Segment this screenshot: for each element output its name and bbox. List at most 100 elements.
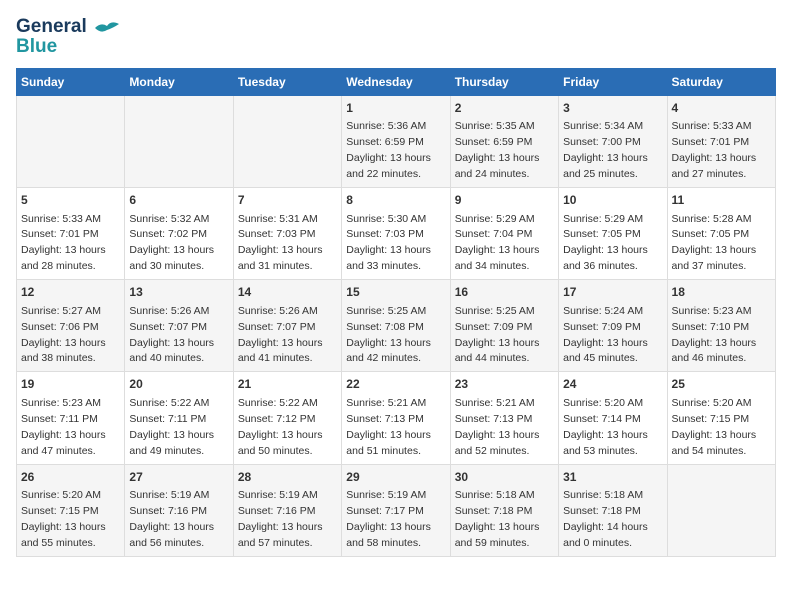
logo: General Blue — [16, 16, 119, 58]
day-number: 7 — [238, 192, 337, 209]
day-info: Sunrise: 5:24 AM Sunset: 7:09 PM Dayligh… — [563, 305, 648, 365]
day-cell: 12Sunrise: 5:27 AM Sunset: 7:06 PM Dayli… — [17, 280, 125, 372]
col-header-monday: Monday — [125, 69, 233, 96]
day-cell — [233, 96, 341, 188]
week-row-2: 5 Sunrise: 5:33 AM Sunset: 7:01 PM Daylig… — [17, 188, 776, 280]
page-header: General Blue — [16, 16, 776, 58]
day-number: 16 — [455, 284, 554, 301]
day-number: 18 — [672, 284, 771, 301]
day-info: Sunrise: 5:20 AM Sunset: 7:14 PM Dayligh… — [563, 397, 648, 457]
week-row-4: 19 Sunrise: 5:23 AM Sunset: 7:11 PM Dayli… — [17, 372, 776, 464]
day-cell: 31 Sunrise: 5:18 AM Sunset: 7:18 PM Dayli… — [559, 464, 667, 556]
day-info: Sunrise: 5:19 AM Sunset: 7:16 PM Dayligh… — [129, 489, 214, 549]
day-number: 30 — [455, 469, 554, 486]
day-info: Sunrise: 5:30 AM Sunset: 7:03 PM Dayligh… — [346, 213, 431, 273]
day-number: 10 — [563, 192, 662, 209]
day-cell: 26Sunrise: 5:20 AM Sunset: 7:15 PM Dayli… — [17, 464, 125, 556]
day-number: 8 — [346, 192, 445, 209]
day-number: 28 — [238, 469, 337, 486]
day-number: 2 — [455, 100, 554, 117]
day-cell: 8 Sunrise: 5:30 AM Sunset: 7:03 PM Daylig… — [342, 188, 450, 280]
day-info: Sunrise: 5:23 AM Sunset: 7:10 PM Dayligh… — [672, 305, 757, 365]
day-cell — [667, 464, 775, 556]
day-info: Sunrise: 5:23 AM Sunset: 7:11 PM Dayligh… — [21, 397, 106, 457]
day-info: Sunrise: 5:36 AM Sunset: 6:59 PM Dayligh… — [346, 120, 431, 180]
col-header-thursday: Thursday — [450, 69, 558, 96]
day-cell: 29 Sunrise: 5:19 AM Sunset: 7:17 PM Dayli… — [342, 464, 450, 556]
day-info: Sunrise: 5:28 AM Sunset: 7:05 PM Dayligh… — [672, 213, 757, 273]
day-number: 27 — [129, 469, 228, 486]
day-cell: 1 Sunrise: 5:36 AM Sunset: 6:59 PM Daylig… — [342, 96, 450, 188]
day-number: 1 — [346, 100, 445, 117]
day-cell: 23 Sunrise: 5:21 AM Sunset: 7:13 PM Dayli… — [450, 372, 558, 464]
day-info: Sunrise: 5:35 AM Sunset: 6:59 PM Dayligh… — [455, 120, 540, 180]
day-number: 5 — [21, 192, 120, 209]
day-cell: 21Sunrise: 5:22 AM Sunset: 7:12 PM Dayli… — [233, 372, 341, 464]
logo-blue: Blue — [16, 36, 57, 58]
day-cell: 20 Sunrise: 5:22 AM Sunset: 7:11 PM Dayli… — [125, 372, 233, 464]
day-cell: 6 Sunrise: 5:32 AM Sunset: 7:02 PM Daylig… — [125, 188, 233, 280]
day-info: Sunrise: 5:20 AM Sunset: 7:15 PM Dayligh… — [21, 489, 106, 549]
day-info: Sunrise: 5:19 AM Sunset: 7:17 PM Dayligh… — [346, 489, 431, 549]
day-number: 22 — [346, 376, 445, 393]
day-cell: 25Sunrise: 5:20 AM Sunset: 7:15 PM Dayli… — [667, 372, 775, 464]
day-cell: 3 Sunrise: 5:34 AM Sunset: 7:00 PM Daylig… — [559, 96, 667, 188]
day-number: 25 — [672, 376, 771, 393]
day-info: Sunrise: 5:29 AM Sunset: 7:05 PM Dayligh… — [563, 213, 648, 273]
day-cell: 27 Sunrise: 5:19 AM Sunset: 7:16 PM Dayli… — [125, 464, 233, 556]
day-cell: 11 Sunrise: 5:28 AM Sunset: 7:05 PM Dayli… — [667, 188, 775, 280]
day-number: 29 — [346, 469, 445, 486]
day-info: Sunrise: 5:18 AM Sunset: 7:18 PM Dayligh… — [455, 489, 540, 549]
day-number: 9 — [455, 192, 554, 209]
day-cell: 9 Sunrise: 5:29 AM Sunset: 7:04 PM Daylig… — [450, 188, 558, 280]
day-number: 24 — [563, 376, 662, 393]
day-number: 3 — [563, 100, 662, 117]
header-row: SundayMondayTuesdayWednesdayThursdayFrid… — [17, 69, 776, 96]
day-info: Sunrise: 5:34 AM Sunset: 7:00 PM Dayligh… — [563, 120, 648, 180]
day-cell: 19 Sunrise: 5:23 AM Sunset: 7:11 PM Dayli… — [17, 372, 125, 464]
day-info: Sunrise: 5:29 AM Sunset: 7:04 PM Dayligh… — [455, 213, 540, 273]
day-info: Sunrise: 5:25 AM Sunset: 7:09 PM Dayligh… — [455, 305, 540, 365]
day-cell: 4Sunrise: 5:33 AM Sunset: 7:01 PM Daylig… — [667, 96, 775, 188]
day-cell: 16 Sunrise: 5:25 AM Sunset: 7:09 PM Dayli… — [450, 280, 558, 372]
day-number: 20 — [129, 376, 228, 393]
day-number: 23 — [455, 376, 554, 393]
week-row-1: 1 Sunrise: 5:36 AM Sunset: 6:59 PM Daylig… — [17, 96, 776, 188]
day-info: Sunrise: 5:22 AM Sunset: 7:11 PM Dayligh… — [129, 397, 214, 457]
day-number: 12 — [21, 284, 120, 301]
day-cell: 15 Sunrise: 5:25 AM Sunset: 7:08 PM Dayli… — [342, 280, 450, 372]
day-number: 15 — [346, 284, 445, 301]
col-header-tuesday: Tuesday — [233, 69, 341, 96]
day-info: Sunrise: 5:21 AM Sunset: 7:13 PM Dayligh… — [455, 397, 540, 457]
day-info: Sunrise: 5:22 AM Sunset: 7:12 PM Dayligh… — [238, 397, 323, 457]
day-info: Sunrise: 5:18 AM Sunset: 7:18 PM Dayligh… — [563, 489, 648, 549]
day-number: 6 — [129, 192, 228, 209]
day-cell — [125, 96, 233, 188]
day-cell: 10 Sunrise: 5:29 AM Sunset: 7:05 PM Dayli… — [559, 188, 667, 280]
day-info: Sunrise: 5:32 AM Sunset: 7:02 PM Dayligh… — [129, 213, 214, 273]
col-header-saturday: Saturday — [667, 69, 775, 96]
day-cell: 14Sunrise: 5:26 AM Sunset: 7:07 PM Dayli… — [233, 280, 341, 372]
day-info: Sunrise: 5:21 AM Sunset: 7:13 PM Dayligh… — [346, 397, 431, 457]
day-info: Sunrise: 5:33 AM Sunset: 7:01 PM Dayligh… — [672, 120, 757, 180]
day-info: Sunrise: 5:25 AM Sunset: 7:08 PM Dayligh… — [346, 305, 431, 365]
day-cell: 22 Sunrise: 5:21 AM Sunset: 7:13 PM Dayli… — [342, 372, 450, 464]
day-number: 11 — [672, 192, 771, 209]
day-number: 19 — [21, 376, 120, 393]
day-cell: 2 Sunrise: 5:35 AM Sunset: 6:59 PM Daylig… — [450, 96, 558, 188]
day-cell: 30 Sunrise: 5:18 AM Sunset: 7:18 PM Dayli… — [450, 464, 558, 556]
day-info: Sunrise: 5:33 AM Sunset: 7:01 PM Dayligh… — [21, 213, 106, 273]
day-cell: 13Sunrise: 5:26 AM Sunset: 7:07 PM Dayli… — [125, 280, 233, 372]
col-header-wednesday: Wednesday — [342, 69, 450, 96]
logo-text: General — [16, 16, 119, 38]
day-number: 14 — [238, 284, 337, 301]
week-row-3: 12Sunrise: 5:27 AM Sunset: 7:06 PM Dayli… — [17, 280, 776, 372]
day-info: Sunrise: 5:26 AM Sunset: 7:07 PM Dayligh… — [129, 305, 214, 365]
col-header-friday: Friday — [559, 69, 667, 96]
logo-bird-icon — [93, 20, 119, 36]
week-row-5: 26Sunrise: 5:20 AM Sunset: 7:15 PM Dayli… — [17, 464, 776, 556]
day-number: 31 — [563, 469, 662, 486]
col-header-sunday: Sunday — [17, 69, 125, 96]
day-cell: 7Sunrise: 5:31 AM Sunset: 7:03 PM Daylig… — [233, 188, 341, 280]
calendar-table: SundayMondayTuesdayWednesdayThursdayFrid… — [16, 68, 776, 557]
